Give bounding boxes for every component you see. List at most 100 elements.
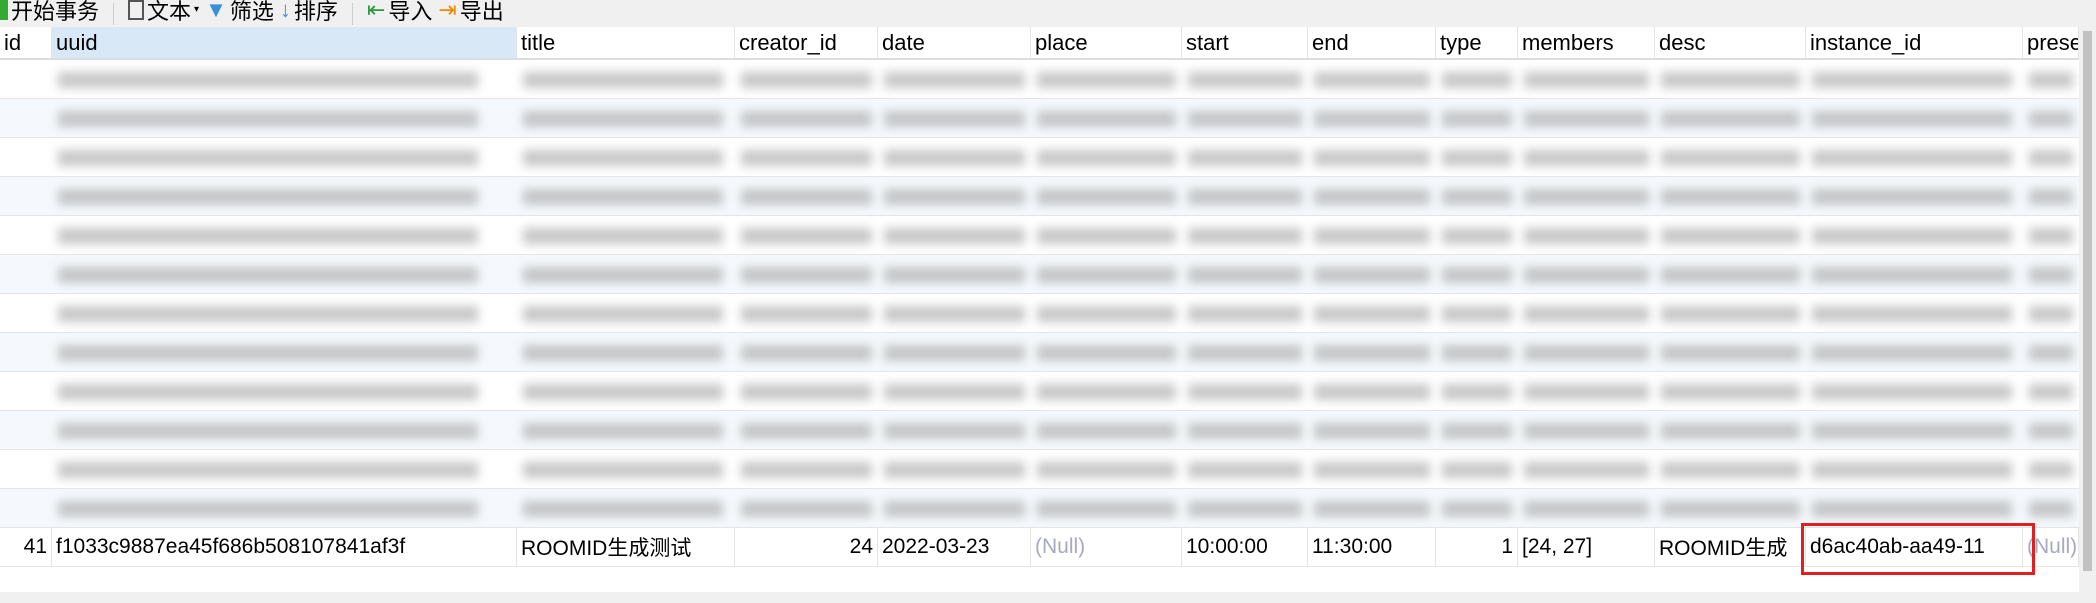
redacted-cell xyxy=(1188,189,1302,205)
redacted-cell xyxy=(58,189,478,205)
redacted-cell xyxy=(741,72,872,88)
redacted-cell xyxy=(1314,306,1430,322)
redacted-cell xyxy=(523,189,723,205)
begin-transaction-button[interactable]: 开始事务 xyxy=(0,0,99,24)
redacted-cell xyxy=(1812,228,2012,244)
redacted-cell xyxy=(1188,267,1302,283)
column-header-id[interactable]: id xyxy=(0,27,52,58)
cell-id[interactable]: 41 xyxy=(0,528,52,566)
redacted-cell xyxy=(741,384,872,400)
column-header-start[interactable]: start xyxy=(1182,27,1308,58)
cell-desc[interactable]: ROOMID生成 xyxy=(1655,528,1806,566)
redacted-cell xyxy=(58,150,478,166)
horizontal-scrollbar[interactable] xyxy=(0,592,2079,603)
redacted-cell xyxy=(523,423,723,439)
redacted-cell xyxy=(58,267,478,283)
redacted-cell xyxy=(2029,228,2073,244)
header-row: id uuid title creator_id date place start end ty… xyxy=(0,27,2079,60)
redacted-cell xyxy=(1524,72,1649,88)
redacted-cell xyxy=(1442,267,1512,283)
sort-button[interactable]: ↓ 排序 xyxy=(279,0,338,24)
cell-creator-id[interactable]: 24 xyxy=(735,528,878,566)
cell-place[interactable]: (Null) xyxy=(1031,528,1182,566)
table-row[interactable]: 41 f1033c9887ea45f686b508107841af3f ROOMID… xyxy=(0,528,2079,567)
redacted-cell xyxy=(1812,501,2012,517)
redacted-cell xyxy=(523,267,723,283)
redacted-cell xyxy=(1661,150,1800,166)
redacted-cell xyxy=(884,267,1025,283)
table-row-redacted[interactable] xyxy=(0,372,2079,411)
table-row-redacted[interactable] xyxy=(0,450,2079,489)
cell-end[interactable]: 11:30:00 xyxy=(1308,528,1436,566)
redacted-cell xyxy=(1037,228,1176,244)
column-header-date[interactable]: date xyxy=(878,27,1031,58)
redacted-cell xyxy=(1812,345,2012,361)
dropdown-icon: ▾ xyxy=(194,4,200,15)
redacted-cell xyxy=(1442,501,1512,517)
table-row-redacted[interactable] xyxy=(0,489,2079,528)
redacted-cell xyxy=(2029,111,2073,127)
table-row-redacted[interactable] xyxy=(0,333,2079,372)
column-header-members[interactable]: members xyxy=(1518,27,1655,58)
redacted-cell xyxy=(1442,228,1512,244)
filter-button[interactable]: ▼ 筛选 xyxy=(205,0,274,24)
redacted-cell xyxy=(2029,501,2073,517)
redacted-cell xyxy=(741,267,872,283)
redacted-cell xyxy=(1812,111,2012,127)
column-header-desc[interactable]: desc xyxy=(1655,27,1806,58)
document-icon xyxy=(128,0,145,20)
redacted-cell xyxy=(741,345,872,361)
column-header-uuid[interactable]: uuid xyxy=(52,27,517,58)
column-header-creator_id[interactable]: creator_id xyxy=(735,27,878,58)
redacted-cell xyxy=(1661,72,1800,88)
cell-uuid[interactable]: f1033c9887ea45f686b508107841af3f xyxy=(52,528,517,566)
filter-icon: ▼ xyxy=(205,0,227,22)
column-header-instance_id[interactable]: instance_id xyxy=(1806,27,2023,58)
redacted-cell xyxy=(884,462,1025,478)
redacted-cell xyxy=(1188,306,1302,322)
column-header-title[interactable]: title xyxy=(517,27,735,58)
table-row-redacted[interactable] xyxy=(0,216,2079,255)
cell-type[interactable]: 1 xyxy=(1436,528,1518,566)
cell-start[interactable]: 10:00:00 xyxy=(1182,528,1308,566)
redacted-cell xyxy=(1661,306,1800,322)
redacted-cell xyxy=(1188,72,1302,88)
table-row-redacted[interactable] xyxy=(0,255,2079,294)
table-row-redacted[interactable] xyxy=(0,294,2079,333)
redacted-cell xyxy=(1442,150,1512,166)
redacted-cell xyxy=(1037,462,1176,478)
export-button[interactable]: ⇥ 导出 xyxy=(438,0,503,24)
scrollbar-thumb[interactable] xyxy=(2083,31,2092,571)
redacted-cell xyxy=(58,345,478,361)
redacted-cell xyxy=(2029,189,2073,205)
redacted-cell xyxy=(884,111,1025,127)
cell-title[interactable]: ROOMID生成测试 xyxy=(517,528,735,566)
redacted-cell xyxy=(741,501,872,517)
redacted-cell xyxy=(2029,72,2073,88)
redacted-cell xyxy=(58,462,478,478)
sort-icon: ↓ xyxy=(279,0,291,22)
redacted-cell xyxy=(1037,111,1176,127)
redacted-cell xyxy=(741,462,872,478)
highlight-box xyxy=(1801,523,2035,575)
table-row-redacted[interactable] xyxy=(0,99,2079,138)
table-row-redacted[interactable] xyxy=(0,177,2079,216)
redacted-cell xyxy=(1188,501,1302,517)
redacted-cell xyxy=(58,228,478,244)
redacted-cell xyxy=(1661,462,1800,478)
vertical-scrollbar[interactable] xyxy=(2079,27,2096,603)
table-row-redacted[interactable] xyxy=(0,60,2079,99)
column-header-end[interactable]: end xyxy=(1308,27,1436,58)
cell-members[interactable]: [24, 27] xyxy=(1518,528,1655,566)
text-button[interactable]: 文本 ▾ xyxy=(128,0,200,24)
table-row-redacted[interactable] xyxy=(0,138,2079,177)
column-header-prese[interactable]: prese xyxy=(2023,27,2079,58)
column-header-place[interactable]: place xyxy=(1031,27,1182,58)
table-row-redacted[interactable] xyxy=(0,411,2079,450)
column-header-type[interactable]: type xyxy=(1436,27,1518,58)
divider xyxy=(113,2,115,25)
import-button[interactable]: ⇤ 导入 xyxy=(367,0,432,24)
cell-date[interactable]: 2022-03-23 xyxy=(878,528,1031,566)
redacted-cell xyxy=(1442,345,1512,361)
toolbar: 开始事务 文本 ▾ ▼ 筛选 ↓ 排序 ⇤ 导入 ⇥ 导出 xyxy=(0,0,2096,27)
